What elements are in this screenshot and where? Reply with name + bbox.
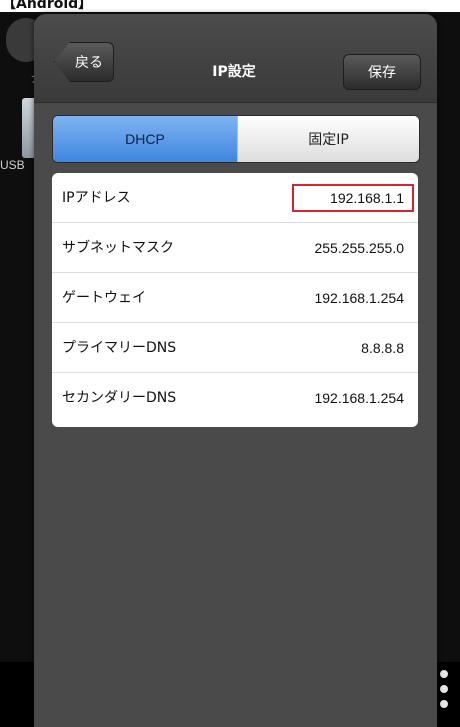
subnet-mask-value: 255.255.255.0 [314,240,404,256]
subnet-mask-row[interactable]: サブネットマスク 255.255.255.0 [52,223,418,273]
ip-mode-segmented-control: DHCP 固定IP [52,115,420,163]
usb-label: USB [0,158,25,172]
page-caption: 【Android】 [2,0,93,12]
dhcp-tab[interactable]: DHCP [53,116,237,162]
save-button-label: 保存 [368,65,396,81]
dot [440,685,448,693]
primary-dns-row[interactable]: プライマリーDNS 8.8.8.8 [52,323,418,373]
dhcp-tab-label: DHCP [125,131,165,147]
static-ip-tab[interactable]: 固定IP [237,116,419,162]
primary-dns-label: プライマリーDNS [62,340,177,356]
back-button[interactable]: 戻る [54,42,114,82]
ip-address-label: IPアドレス [62,190,131,206]
vertical-dots-icon[interactable] [438,670,450,720]
gateway-label: ゲートウェイ [62,290,146,306]
dialog-titlebar: 戻る IP設定 保存 [34,14,437,103]
secondary-dns-row[interactable]: セカンダリーDNS 192.168.1.254 [52,373,418,423]
gateway-row[interactable]: ゲートウェイ 192.168.1.254 [52,273,418,323]
gateway-value: 192.168.1.254 [314,290,404,306]
dot [440,670,448,678]
secondary-dns-value: 192.168.1.254 [314,390,404,406]
secondary-dns-label: セカンダリーDNS [62,390,177,406]
ip-settings-dialog: 戻る IP設定 保存 DHCP 固定IP IPアドレス 192.168.1.1 … [34,14,437,727]
back-button-label: 戻る [75,55,103,71]
ip-address-value: 192.168.1.1 [330,190,404,206]
dot [440,700,448,708]
dialog-title: IP設定 [212,64,256,80]
static-ip-tab-label: 固定IP [308,132,349,148]
ip-address-row[interactable]: IPアドレス 192.168.1.1 [52,173,418,223]
save-button[interactable]: 保存 [343,54,421,90]
ip-settings-table: IPアドレス 192.168.1.1 サブネットマスク 255.255.255.… [52,173,418,427]
subnet-mask-label: サブネットマスク [62,240,174,256]
primary-dns-value: 8.8.8.8 [361,340,404,356]
